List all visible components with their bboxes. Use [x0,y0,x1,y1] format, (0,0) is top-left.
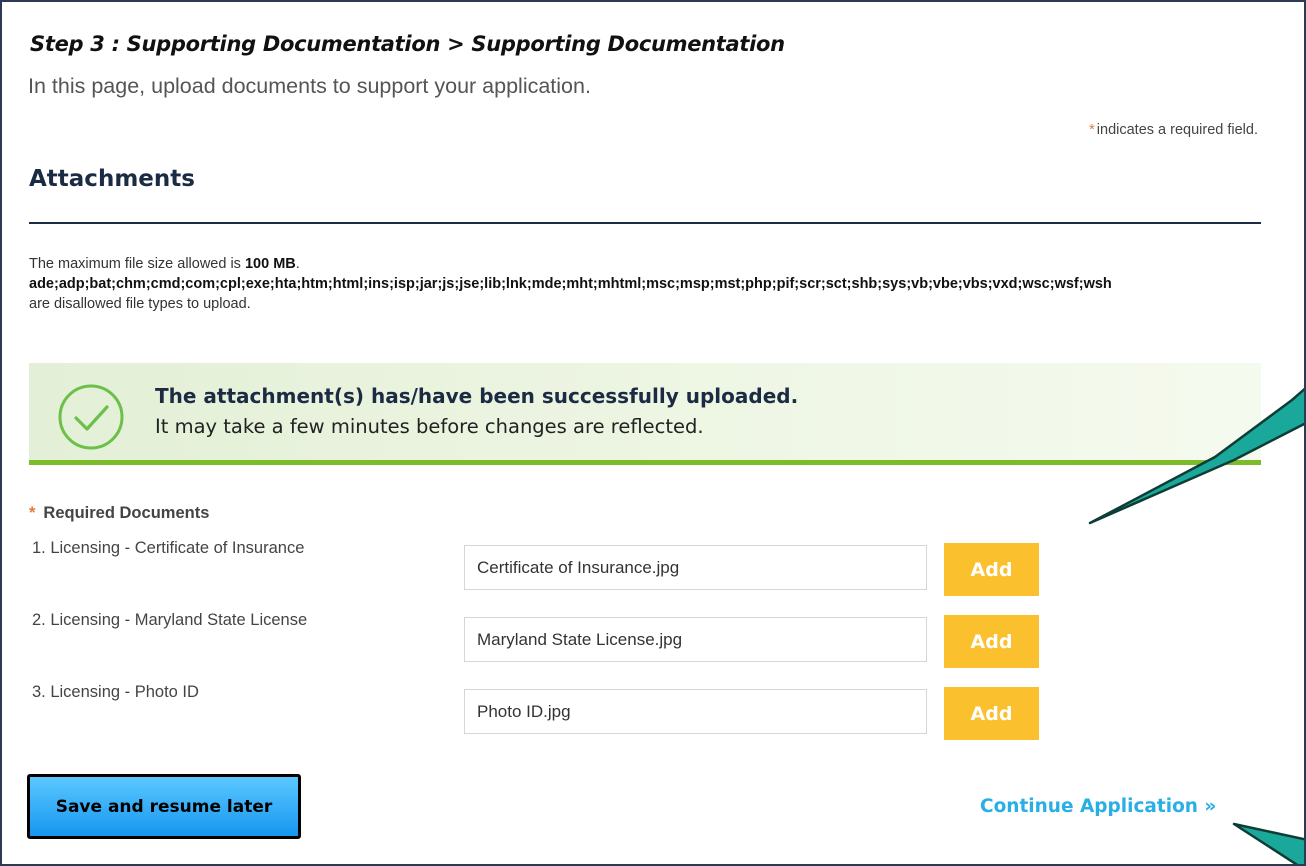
disallowed-types-suffix: are disallowed file types to upload. [29,296,251,312]
add-button-photo-id[interactable]: Add [944,687,1039,740]
continue-application-link[interactable]: Continue Application » [980,796,1216,817]
section-divider [29,222,1261,224]
callout-arrow-lower [1232,822,1304,864]
page-frame: Step 3 : Supporting Documentation > Supp… [0,0,1306,866]
step-subtitle: In this page, upload documents to suppor… [28,74,591,98]
success-message: It may take a few minutes before changes… [155,415,704,438]
file-size-info: The maximum file size allowed is 100 MB.… [29,254,1112,314]
success-banner: The attachment(s) has/have been successf… [29,363,1261,465]
required-note-text: indicates a required field. [1096,122,1258,138]
required-documents-heading: * Required Documents [29,504,210,522]
doc-label-certificate-of-insurance: 1. Licensing - Certificate of Insurance [32,539,305,557]
check-circle-icon [58,384,124,450]
success-title: The attachment(s) has/have been successf… [155,384,799,408]
required-star: * [1089,122,1095,138]
file-field-maryland-state-license[interactable] [464,617,927,662]
required-star: * [29,504,36,522]
doc-label-maryland-state-license: 2. Licensing - Maryland State License [32,611,308,629]
section-title-attachments: Attachments [29,166,195,192]
add-button-certificate-of-insurance[interactable]: Add [944,543,1039,596]
required-field-note: * indicates a required field. [1089,122,1258,138]
add-button-maryland-state-license[interactable]: Add [944,615,1039,668]
doc-label-photo-id: 3. Licensing - Photo ID [32,683,199,701]
file-field-photo-id[interactable] [464,689,927,734]
save-and-resume-button[interactable]: Save and resume later [27,774,301,839]
max-size-value: 100 MB [244,256,296,272]
max-size-line: The maximum file size allowed is 100 MB. [29,256,300,272]
file-field-certificate-of-insurance[interactable] [464,545,927,590]
step-title: Step 3 : Supporting Documentation > Supp… [30,32,785,56]
disallowed-types-list: ade;adp;bat;chm;cmd;com;cpl;exe;hta;htm;… [29,276,1112,292]
